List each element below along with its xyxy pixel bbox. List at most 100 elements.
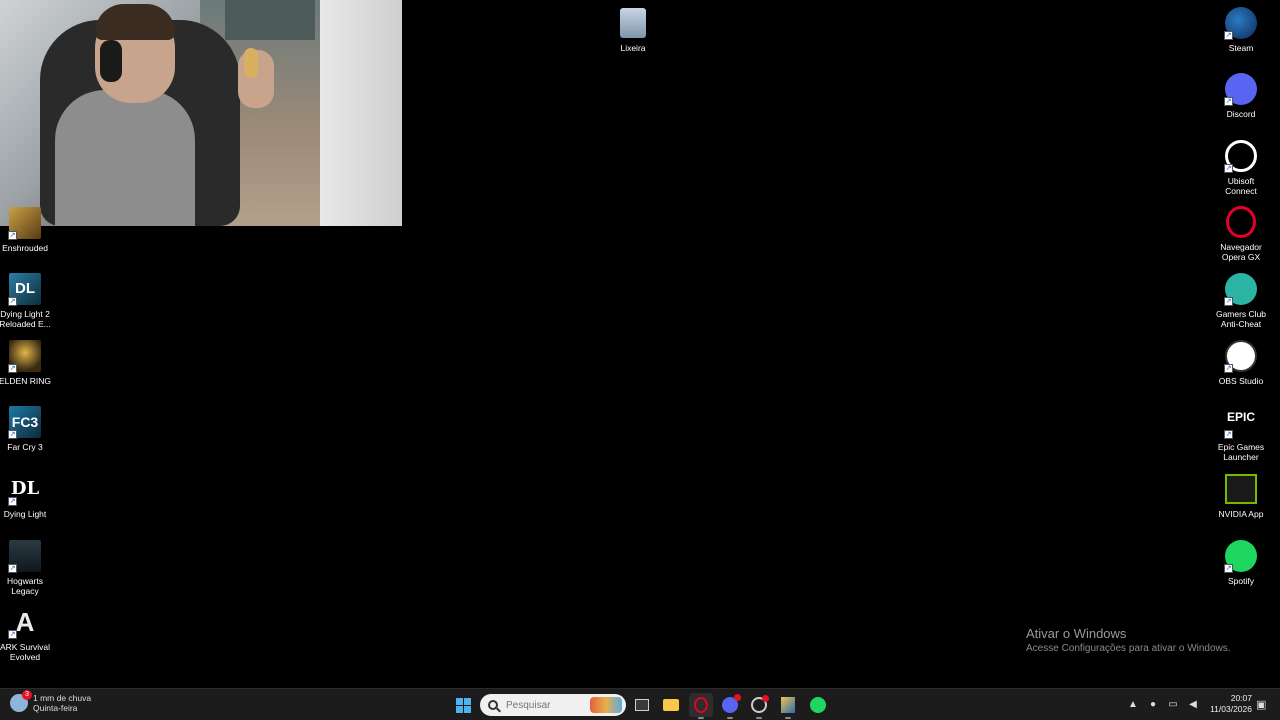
- shortcut-arrow-icon: ↗: [8, 564, 17, 573]
- enshrouded-icon: ↗: [8, 206, 42, 240]
- desktop-icon-label: Spotify: [1228, 576, 1254, 586]
- clock-date: 11/03/2026: [1210, 704, 1252, 714]
- shortcut-arrow-icon: ↗: [8, 364, 17, 373]
- desktop-icon-label: Dying Light 2 Reloaded E...: [0, 309, 51, 329]
- desktop-icon-label: Navegador Opera GX: [1220, 242, 1262, 262]
- desktop-icon-spotify[interactable]: ↗ Spotify: [1209, 539, 1273, 586]
- epic-games-icon: EPIC ↗: [1224, 405, 1258, 439]
- opera-gx-icon: [1224, 205, 1258, 239]
- desktop-icon-label: Lixeira: [620, 43, 646, 53]
- shortcut-arrow-icon: ↗: [1224, 297, 1233, 306]
- desktop-icon-label: Dying Light: [3, 509, 47, 519]
- desktop-icon-label: ELDEN RING: [0, 376, 51, 386]
- taskbar-spotify[interactable]: [806, 693, 830, 717]
- desktop-icon-label: Hogwarts Legacy: [7, 576, 43, 596]
- desktop-icon-label: Steam: [1228, 43, 1254, 53]
- taskbar: 3 1 mm de chuva Quinta-feira ▲: [0, 688, 1280, 720]
- dying-light-2-icon: DL ↗: [8, 272, 42, 306]
- spotify-icon: ↗: [1224, 539, 1258, 573]
- desktop-icon-gamers-club[interactable]: ↗ Gamers Club Anti-Cheat: [1209, 272, 1273, 329]
- notification-dot: [762, 695, 769, 702]
- webcam-background-curtain: [225, 0, 315, 40]
- desktop-icon-obs-studio[interactable]: ↗ OBS Studio: [1209, 339, 1273, 386]
- network-icon[interactable]: ▭: [1166, 697, 1180, 711]
- shortcut-arrow-icon: ↗: [8, 497, 17, 506]
- webcam-food: [244, 48, 258, 78]
- opera-gx-icon: [694, 697, 708, 713]
- app-icon: [781, 697, 795, 713]
- desktop-icon-label: Gamers Club Anti-Cheat: [1215, 309, 1267, 329]
- shortcut-arrow-icon: ↗: [1224, 364, 1233, 373]
- gamers-club-icon: [751, 695, 769, 713]
- taskbar-discord[interactable]: [718, 693, 742, 719]
- shortcut-arrow-icon: ↗: [8, 231, 17, 240]
- shortcut-arrow-icon: ↗: [1224, 430, 1233, 439]
- desktop-icon-steam[interactable]: ↗ Steam: [1209, 6, 1273, 53]
- activation-watermark: Ativar o Windows Acesse Configurações pa…: [1026, 626, 1231, 654]
- desktop-icon-label: Far Cry 3: [7, 442, 43, 452]
- webcam-person-hair: [95, 4, 175, 40]
- desktop-icon-nvidia-app[interactable]: NVIDIA App: [1209, 472, 1273, 519]
- desktop-icon-discord[interactable]: ↗ Discord: [1209, 72, 1273, 119]
- desktop-icon-label: Ubisoft Connect: [1225, 176, 1257, 196]
- notification-center-icon[interactable]: ▣: [1256, 698, 1270, 712]
- running-indicator: [727, 717, 733, 719]
- weather-widget[interactable]: 3 1 mm de chuva Quinta-feira: [10, 690, 91, 713]
- desktop-icon-recycle-bin[interactable]: Lixeira: [601, 6, 665, 53]
- nvidia-icon: [1224, 472, 1258, 506]
- taskbar-app[interactable]: [776, 693, 800, 719]
- start-button[interactable]: [451, 693, 475, 717]
- system-tray: ▲ ● ▭ ◀: [1126, 697, 1200, 711]
- taskbar-opera-gx[interactable]: [689, 693, 713, 719]
- weather-day: Quinta-feira: [33, 703, 78, 713]
- desktop-icon-hogwarts-legacy[interactable]: ↗ Hogwarts Legacy: [0, 539, 57, 596]
- watermark-subtitle: Acesse Configurações para ativar o Windo…: [1026, 643, 1231, 654]
- webcam-person-body: [55, 90, 195, 226]
- desktop-icon-dying-light-2[interactable]: DL ↗ Dying Light 2 Reloaded E...: [0, 272, 57, 329]
- microphone-icon[interactable]: ●: [1146, 697, 1160, 711]
- rain-cloud-icon: 3: [10, 690, 32, 712]
- chevron-up-icon[interactable]: ▲: [1126, 697, 1140, 711]
- volume-icon[interactable]: ◀: [1186, 697, 1200, 711]
- desktop-icon-enshrouded[interactable]: ↗ Enshrouded: [0, 206, 57, 253]
- watermark-title: Ativar o Windows: [1026, 626, 1127, 641]
- shortcut-arrow-icon: ↗: [8, 630, 17, 639]
- clock-time: 20:07: [1230, 693, 1252, 703]
- gamers-club-icon: ↗: [1224, 272, 1258, 306]
- taskbar-gamers-club[interactable]: [747, 693, 771, 719]
- ark-icon: A ↗: [8, 605, 42, 639]
- elden-ring-icon: ↗: [8, 339, 42, 373]
- shortcut-arrow-icon: ↗: [1224, 97, 1233, 106]
- dying-light-icon: DL ↗: [8, 472, 42, 506]
- clock[interactable]: 20:07 11/03/2026: [1204, 693, 1252, 715]
- taskbar-file-explorer[interactable]: [659, 693, 683, 717]
- desktop-icon-elden-ring[interactable]: ↗ ELDEN RING: [0, 339, 57, 386]
- search-input[interactable]: [506, 699, 586, 711]
- spotify-icon: [810, 697, 826, 713]
- desktop-icon-ark[interactable]: A ↗ ARK Survival Evolved: [0, 605, 57, 662]
- folder-icon: [663, 699, 679, 711]
- windows-logo-icon: [455, 697, 471, 713]
- webcam-headset: [100, 40, 122, 82]
- running-indicator: [698, 717, 704, 719]
- desktop-icon-opera-gx[interactable]: Navegador Opera GX: [1209, 205, 1273, 262]
- desktop-icon-label: OBS Studio: [1218, 376, 1264, 386]
- running-indicator: [756, 717, 762, 719]
- desktop-icon-ubisoft-connect[interactable]: ↗ Ubisoft Connect: [1209, 139, 1273, 196]
- task-view-button[interactable]: [630, 693, 654, 717]
- desktop-icon-label: Discord: [1226, 109, 1256, 119]
- desktop-icon-label: Epic Games Launcher: [1217, 442, 1265, 462]
- discord-icon: [722, 694, 741, 713]
- far-cry-3-icon: FC3 ↗: [8, 405, 42, 439]
- notification-dot: [734, 694, 741, 701]
- search-highlight-icon: [590, 697, 622, 713]
- shortcut-arrow-icon: ↗: [8, 430, 17, 439]
- search-box[interactable]: [480, 694, 626, 716]
- webcam-background-wall: [320, 0, 402, 226]
- desktop-icon-epic-games[interactable]: EPIC ↗ Epic Games Launcher: [1209, 405, 1273, 462]
- desktop-icon-far-cry-3[interactable]: FC3 ↗ Far Cry 3: [0, 405, 57, 452]
- search-icon: [488, 700, 498, 710]
- desktop-icon-dying-light[interactable]: DL ↗ Dying Light: [0, 472, 57, 519]
- steam-icon: ↗: [1224, 6, 1258, 40]
- desktop-icon-label: ARK Survival Evolved: [0, 642, 51, 662]
